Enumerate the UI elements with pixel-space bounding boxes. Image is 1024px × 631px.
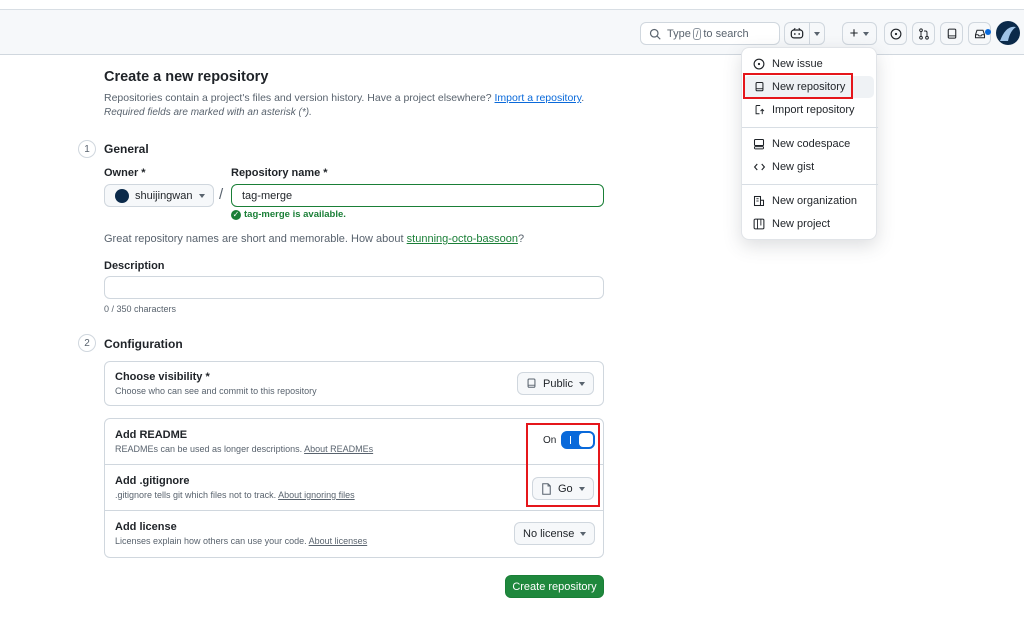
code-icon (752, 161, 766, 173)
repositories-button[interactable] (940, 22, 963, 45)
about-licenses-link[interactable]: About licenses (309, 536, 368, 546)
license-title: Add license (115, 521, 177, 533)
organization-icon (752, 195, 766, 207)
readme-title: Add README (115, 429, 188, 441)
suggest-text: Great repository names are short and mem… (104, 233, 404, 245)
name-suggestion: Great repository names are short and mem… (104, 233, 524, 245)
visibility-row: Choose visibility * Choose who can see a… (105, 362, 603, 405)
section-title-general: General (104, 142, 149, 156)
repo-name-value: tag-merge (242, 189, 293, 202)
chevron-down-icon (578, 381, 585, 386)
menu-separator (742, 184, 878, 185)
visibility-description: Choose who can see and commit to this re… (115, 386, 317, 396)
visibility-title: Choose visibility * (115, 371, 210, 383)
availability-text: tag-merge is available. (244, 209, 346, 220)
notification-dot (985, 29, 991, 35)
plus-icon: + (849, 25, 859, 42)
menu-item-label: New project (772, 218, 831, 230)
repo-icon (527, 378, 536, 388)
menu-item-new-project[interactable]: New project (742, 213, 878, 235)
owner-value: shuijingwan (135, 189, 193, 202)
repo-push-icon (752, 104, 766, 116)
menu-item-new-issue[interactable]: New issue (742, 53, 878, 75)
search-shortcut: / (692, 27, 702, 40)
menu-item-new-codespace[interactable]: New codespace (742, 133, 878, 155)
chevron-down-icon (814, 32, 820, 36)
about-readmes-link[interactable]: About READMEs (304, 444, 373, 454)
create-repository-button[interactable]: Create repository (505, 575, 604, 598)
repo-name-input[interactable]: tag-merge (231, 184, 604, 207)
owner-select[interactable]: shuijingwan (104, 184, 214, 207)
readme-description: READMEs can be used as longer descriptio… (115, 444, 373, 454)
menu-item-label: New gist (772, 161, 815, 173)
license-desc-text: Licenses explain how others can use your… (115, 536, 307, 546)
menu-item-new-gist[interactable]: New gist (742, 156, 878, 178)
search-prefix: Type (667, 27, 691, 40)
section-title-configuration: Configuration (104, 337, 183, 351)
create-new-button[interactable]: + (842, 22, 877, 45)
availability-message: ✓ tag-merge is available. (231, 209, 346, 220)
issue-icon (890, 28, 901, 39)
codespace-icon (752, 138, 766, 150)
owner-label: Owner * (104, 167, 146, 179)
avatar-image-icon (1000, 26, 1016, 41)
suggest-end: ? (517, 233, 525, 245)
step-number-configuration: 2 (78, 334, 96, 352)
license-row: Add license Licenses explain how others … (105, 511, 603, 557)
description-input[interactable] (104, 276, 604, 299)
inbox-icon (974, 29, 985, 38)
owner-avatar (115, 188, 129, 203)
copilot-icon (790, 27, 804, 39)
menu-item-import-repository[interactable]: Import repository (742, 99, 878, 121)
search-suffix: to search (703, 27, 749, 40)
suggested-name-link[interactable]: stunning-octo-bassoon (407, 233, 518, 245)
page-title: Create a new repository (104, 69, 269, 85)
license-select[interactable]: No license (514, 522, 596, 545)
license-value: No license (523, 527, 575, 540)
description-label: Description (104, 260, 165, 272)
owner-repo-separator: / (219, 186, 224, 203)
gitignore-title: Add .gitignore (115, 475, 190, 487)
search-icon (649, 28, 661, 40)
repo-name-label: Repository name * (231, 167, 328, 179)
copilot-button[interactable] (784, 22, 825, 45)
top-strip (0, 0, 1024, 10)
check-circle-icon: ✓ (231, 209, 241, 220)
visibility-select[interactable]: Public (517, 372, 594, 395)
user-avatar[interactable] (996, 21, 1020, 45)
chevron-down-icon (863, 31, 870, 36)
character-count: 0 / 350 characters (104, 304, 177, 314)
project-icon (752, 218, 766, 230)
import-repository-link[interactable]: Import a repository (495, 92, 582, 104)
chevron-down-icon (580, 531, 587, 536)
gitignore-desc-text: .gitignore tells git which files not to … (115, 490, 277, 500)
gitignore-description: .gitignore tells git which files not to … (115, 490, 355, 500)
pull-request-icon (918, 27, 929, 40)
readme-desc-text: READMEs can be used as longer descriptio… (115, 444, 303, 454)
subtitle-end: . (581, 92, 585, 104)
visibility-card: Choose visibility * Choose who can see a… (104, 361, 604, 406)
menu-item-label: New codespace (772, 138, 851, 150)
menu-item-label: Import repository (772, 104, 855, 116)
page-subtitle: Repositories contain a project's files a… (104, 92, 584, 104)
pull-requests-button[interactable] (912, 22, 935, 45)
license-description: Licenses explain how others can use your… (115, 536, 367, 546)
search-input[interactable]: Type / to search (640, 22, 780, 45)
chevron-down-icon (199, 193, 205, 198)
menu-separator (742, 127, 878, 128)
visibility-value: Public (543, 377, 573, 390)
repo-icon (947, 28, 956, 39)
highlight-box-options (526, 423, 600, 507)
menu-item-label: New organization (772, 195, 857, 207)
menu-item-label: New issue (772, 58, 823, 70)
subtitle-text: Repositories contain a project's files a… (104, 92, 492, 104)
issues-button[interactable] (884, 22, 907, 45)
menu-item-new-organization[interactable]: New organization (742, 190, 878, 212)
step-number-general: 1 (78, 140, 96, 158)
issue-icon (752, 58, 766, 70)
about-ignoring-files-link[interactable]: About ignoring files (278, 490, 355, 500)
required-note: Required fields are marked with an aster… (104, 107, 312, 118)
highlight-box-new-repository (743, 73, 853, 99)
